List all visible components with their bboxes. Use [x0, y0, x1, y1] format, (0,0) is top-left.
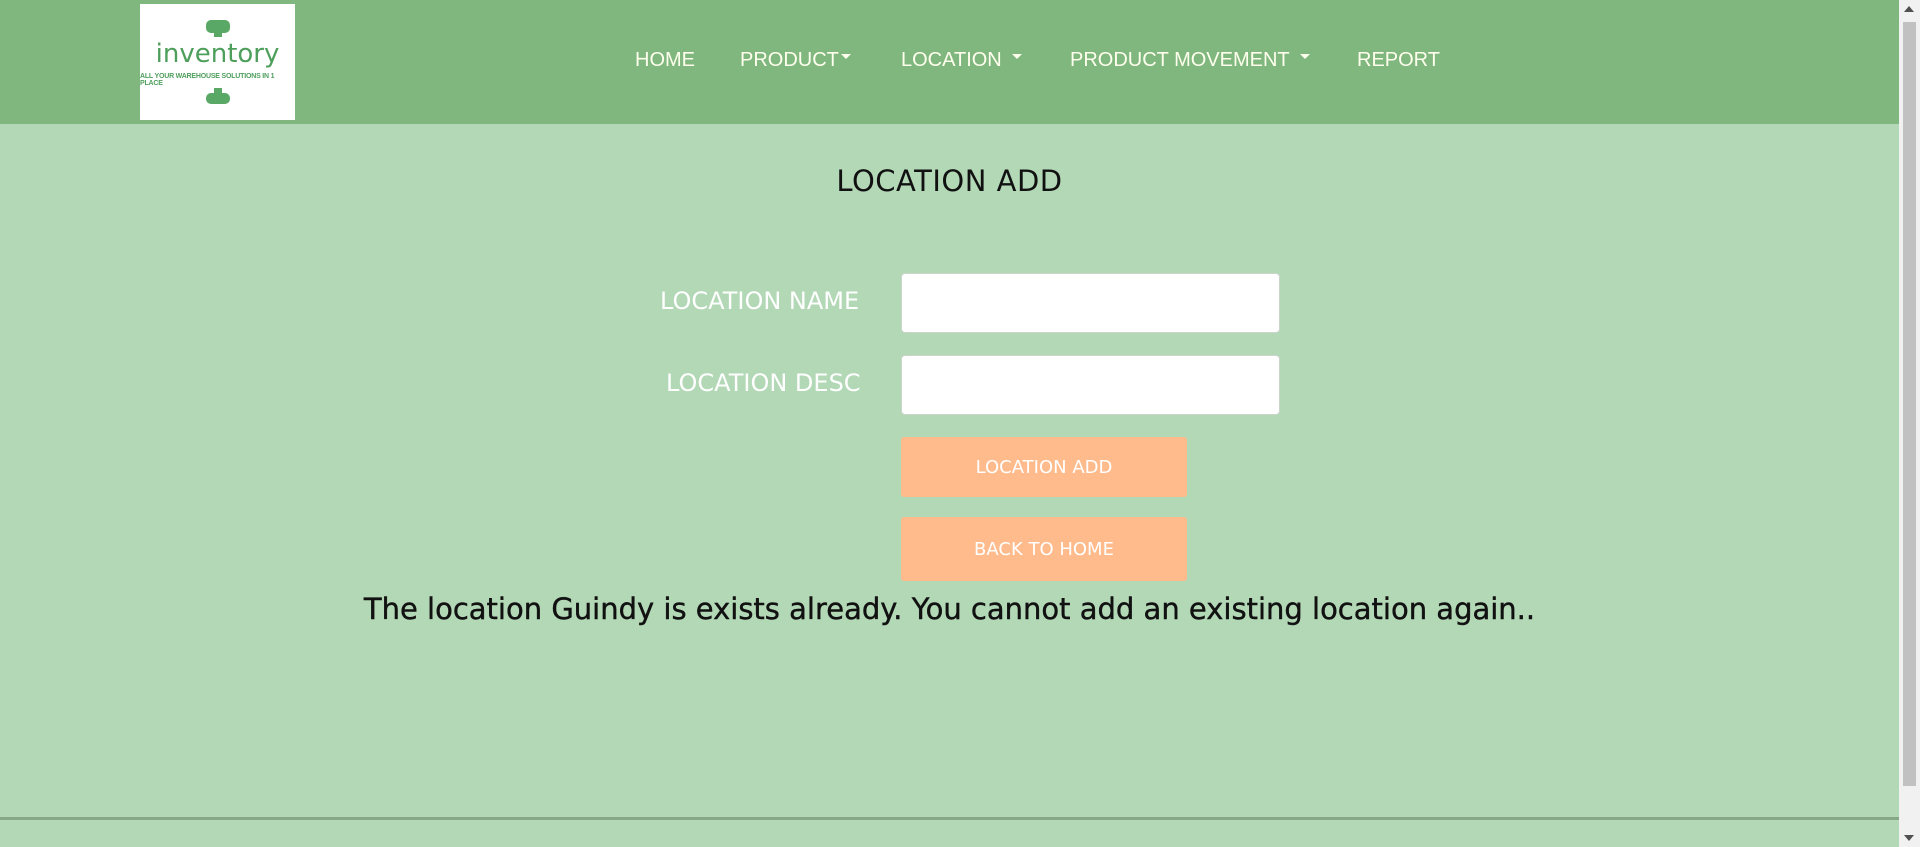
back-to-home-button[interactable]: BACK TO HOME [901, 517, 1187, 581]
nav-report[interactable]: REPORT [1357, 49, 1440, 72]
navbar: inventory ALL YOUR WAREHOUSE SOLUTIONS I… [0, 0, 1899, 124]
caret-down-icon [1011, 54, 1022, 60]
nav-product-dropdown[interactable]: PRODUCT [740, 49, 851, 72]
nav-product-movement-dropdown[interactable]: PRODUCT MOVEMENT [1070, 49, 1310, 72]
location-desc-input[interactable] [901, 355, 1280, 415]
scroll-up-icon[interactable] [1904, 6, 1914, 12]
scrollbar[interactable] [1899, 0, 1920, 847]
location-name-input[interactable] [901, 273, 1280, 333]
nav-product-label: PRODUCT [740, 49, 839, 71]
nav-report-label: REPORT [1357, 49, 1440, 71]
page-title: LOCATION ADD [836, 164, 1063, 198]
nav-links: HOME PRODUCT LOCATION PRODUCT MOVEMENT R… [0, 0, 1899, 124]
status-message: The location Guindy is exists already. Y… [363, 592, 1536, 626]
location-add-button[interactable]: LOCATION ADD [901, 437, 1187, 497]
nav-location-dropdown[interactable]: LOCATION [901, 49, 1022, 72]
nav-home-label: HOME [635, 49, 695, 71]
location-name-label: LOCATION NAME [660, 287, 860, 315]
footer-divider [0, 817, 1899, 820]
caret-down-icon [840, 54, 851, 60]
nav-location-label: LOCATION [901, 49, 1002, 71]
nav-product-movement-label: PRODUCT MOVEMENT [1070, 49, 1290, 71]
scroll-thumb[interactable] [1903, 22, 1916, 786]
scroll-down-icon[interactable] [1904, 835, 1914, 841]
nav-home[interactable]: HOME [635, 49, 695, 72]
location-desc-label: LOCATION DESC [666, 369, 861, 397]
caret-down-icon [1299, 54, 1310, 60]
